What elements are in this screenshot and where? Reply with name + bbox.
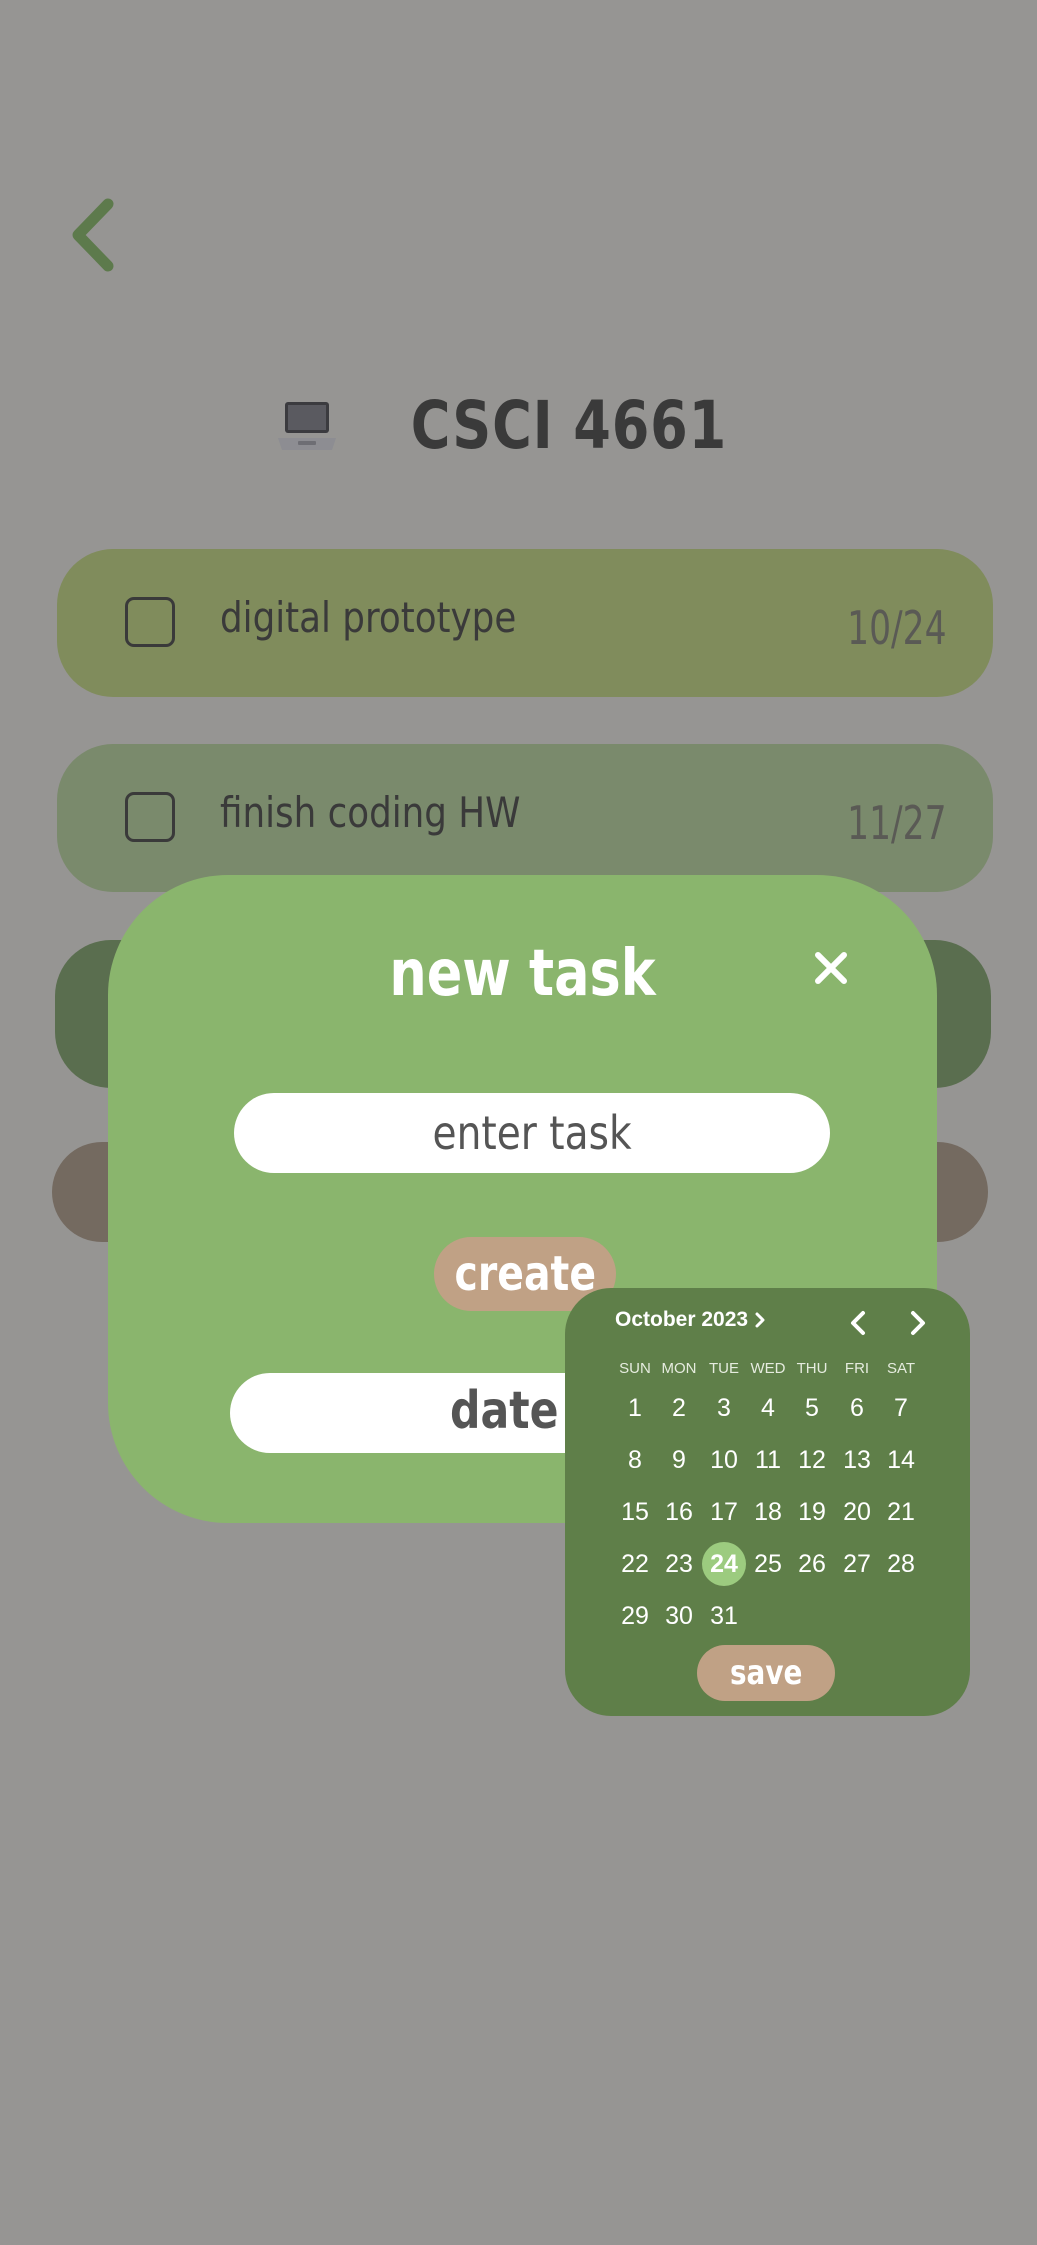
weekday-label: SUN	[619, 1360, 651, 1377]
weekday-label: MON	[661, 1360, 697, 1377]
calendar-day[interactable]: 26	[790, 1542, 834, 1586]
chevron-left-icon	[851, 1311, 865, 1335]
calendar-day[interactable]: 23	[657, 1542, 701, 1586]
calendar-day[interactable]: 19	[790, 1490, 834, 1534]
weekday-label: WED	[750, 1360, 786, 1377]
previous-month-button[interactable]	[843, 1306, 873, 1340]
calendar-day[interactable]: 7	[879, 1386, 923, 1430]
calendar-day[interactable]: 20	[835, 1490, 879, 1534]
calendar-day[interactable]: 29	[613, 1594, 657, 1638]
task-checkbox[interactable]	[125, 597, 175, 647]
weekday-label: SAT	[886, 1360, 916, 1377]
laptop-icon	[277, 402, 336, 450]
calendar-day[interactable]: 14	[879, 1438, 923, 1482]
task-name: digital prototype	[220, 593, 517, 642]
calendar-day[interactable]: 10	[702, 1438, 746, 1482]
calendar-day[interactable]: 6	[835, 1386, 879, 1430]
date-picker: October 2023 SUN MON TUE WED THU FRI SAT 12345…	[565, 1288, 970, 1716]
calendar-day[interactable]: 28	[879, 1542, 923, 1586]
calendar-day[interactable]: 12	[790, 1438, 834, 1482]
calendar-day[interactable]: 21	[879, 1490, 923, 1534]
calendar-day[interactable]: 5	[790, 1386, 834, 1430]
calendar-day[interactable]: 27	[835, 1542, 879, 1586]
calendar-day[interactable]: 8	[613, 1438, 657, 1482]
calendar-day[interactable]: 1	[613, 1386, 657, 1430]
modal-title: new task	[389, 937, 656, 1011]
task-input-placeholder: enter task	[432, 1106, 632, 1160]
back-button[interactable]	[58, 190, 128, 280]
calendar-day[interactable]: 13	[835, 1438, 879, 1482]
calendar-day[interactable]: 4	[746, 1386, 790, 1430]
task-card[interactable]: digital prototype 10/24	[57, 549, 993, 697]
create-button-label: create	[454, 1246, 596, 1302]
close-icon	[815, 952, 847, 984]
calendar-day[interactable]: 17	[702, 1490, 746, 1534]
task-card[interactable]: finish coding HW 11/27	[57, 744, 993, 892]
chevron-right-small-icon	[755, 1312, 765, 1328]
calendar-day[interactable]: 15	[613, 1490, 657, 1534]
page-header: CSCI 4661	[0, 370, 1037, 480]
selected-day[interactable]: 24	[702, 1542, 746, 1586]
calendar-day[interactable]: 31	[702, 1594, 746, 1638]
chevron-right-icon	[911, 1311, 925, 1335]
task-name: finish coding HW	[220, 788, 521, 837]
calendar-day[interactable]: 3	[702, 1386, 746, 1430]
weekday-label: TUE	[709, 1360, 739, 1377]
calendar-day[interactable]: 16	[657, 1490, 701, 1534]
weekday-label: THU	[796, 1360, 828, 1377]
weekday-label: FRI	[844, 1360, 870, 1377]
task-due-date: 11/27	[847, 796, 947, 850]
calendar-day[interactable]: 2	[657, 1386, 701, 1430]
calendar-day[interactable]: 18	[746, 1490, 790, 1534]
task-due-date: 10/24	[847, 601, 947, 655]
calendar-day[interactable]: 9	[657, 1438, 701, 1482]
month-selector[interactable]: October 2023	[615, 1308, 766, 1332]
chevron-left-icon	[72, 198, 114, 272]
month-label: October 2023	[615, 1308, 749, 1331]
page-title: CSCI 4661	[410, 386, 727, 464]
close-button[interactable]	[808, 945, 854, 991]
task-checkbox[interactable]	[125, 792, 175, 842]
save-button-label: save	[729, 1653, 803, 1693]
calendar-day[interactable]: 30	[657, 1594, 701, 1638]
next-month-button[interactable]	[903, 1306, 933, 1340]
calendar-day[interactable]: 22	[613, 1542, 657, 1586]
calendar-day[interactable]: 25	[746, 1542, 790, 1586]
task-input[interactable]: enter task	[234, 1093, 830, 1173]
save-button[interactable]: save	[697, 1645, 835, 1701]
calendar-day[interactable]: 11	[746, 1438, 790, 1482]
